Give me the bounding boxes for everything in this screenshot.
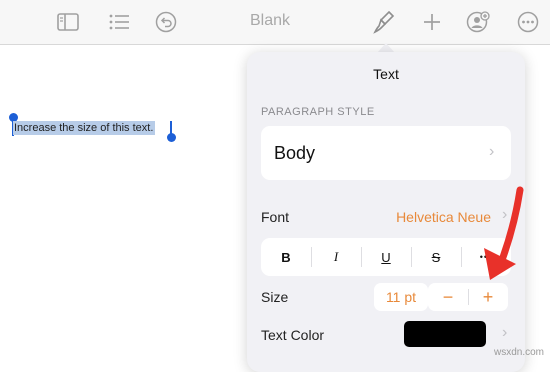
paragraph-style-selector[interactable]: Body › xyxy=(261,126,511,180)
decrease-size-button[interactable]: − xyxy=(428,283,468,311)
annotation-arrow-icon xyxy=(484,186,524,280)
selected-text[interactable]: Increase the size of this text. xyxy=(13,121,156,135)
arrow-shaft xyxy=(498,186,524,264)
arrow-head xyxy=(484,248,516,280)
font-label: Font xyxy=(261,209,290,225)
chevron-right-icon[interactable]: › xyxy=(502,324,507,342)
more-icon[interactable] xyxy=(515,9,541,35)
underline-button[interactable]: U xyxy=(361,238,411,276)
watermark: wsxdn.com xyxy=(493,347,544,358)
paragraph-style-label: PARAGRAPH STYLE xyxy=(261,106,375,118)
document-title: Blank xyxy=(249,12,291,29)
font-size-value[interactable]: 11 pt xyxy=(374,283,428,311)
paragraph-style-value: Body xyxy=(274,143,316,163)
bold-button[interactable]: B xyxy=(261,238,311,276)
panel-title: Text xyxy=(373,66,399,82)
strikethrough-button[interactable]: S xyxy=(411,238,461,276)
text-color-swatch[interactable] xyxy=(404,321,486,347)
italic-button[interactable]: I xyxy=(311,238,361,276)
selection-end-knob[interactable] xyxy=(167,133,176,142)
size-label: Size xyxy=(261,289,289,305)
paintbrush-icon[interactable] xyxy=(371,9,397,35)
text-color-label: Text Color xyxy=(261,327,325,343)
top-toolbar: Blank xyxy=(0,0,550,45)
chevron-right-icon: › xyxy=(489,143,495,160)
add-collaborator-icon[interactable] xyxy=(465,9,491,35)
plus-icon[interactable] xyxy=(419,9,445,35)
